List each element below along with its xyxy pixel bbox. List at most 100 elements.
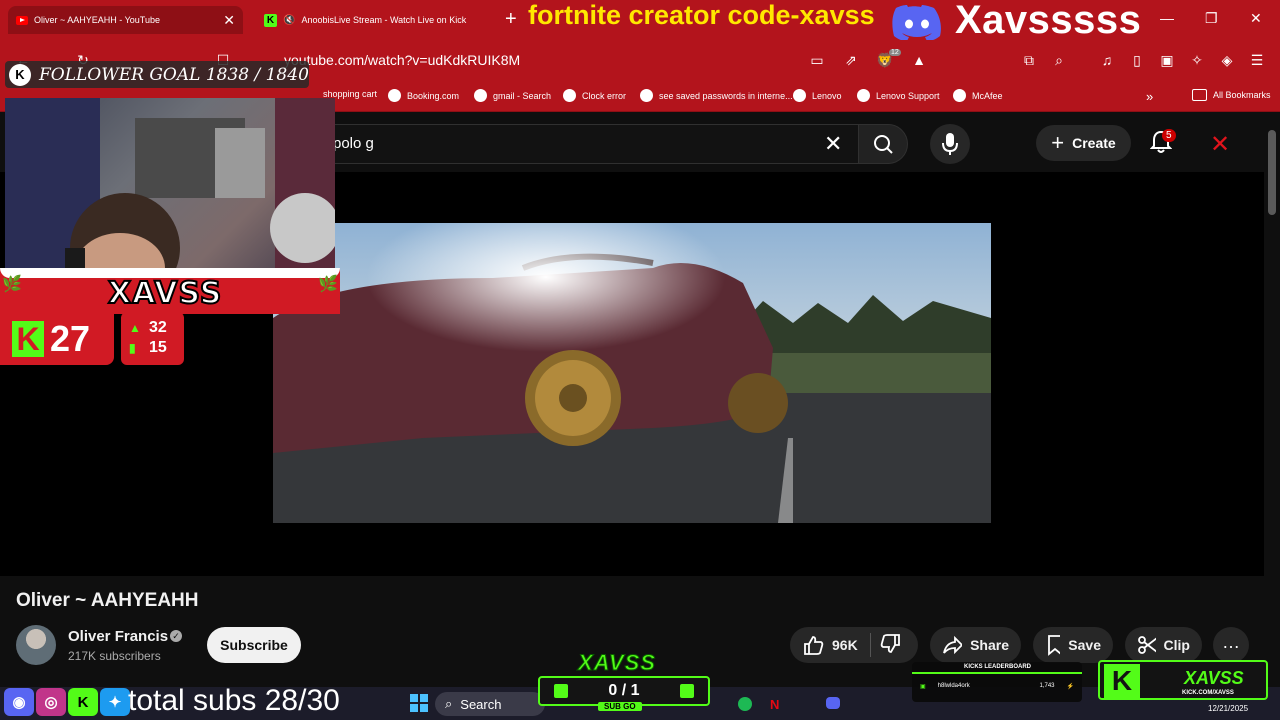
subgoal-label: SUB GO xyxy=(598,702,642,711)
stats-widget: ▲ 32 ▮ 15 xyxy=(121,312,184,365)
extensions-icon[interactable]: ⧉ xyxy=(1020,52,1038,68)
gift-icon xyxy=(679,684,694,698)
bookmark-item[interactable]: Lenovo Support xyxy=(857,89,940,102)
thumbs-up-icon xyxy=(804,636,824,655)
instagram-icon: ◎ xyxy=(36,688,66,716)
close-icon[interactable]: ✕ xyxy=(1210,130,1230,159)
globe-icon xyxy=(953,89,966,102)
webcam-image xyxy=(5,98,335,278)
save-button[interactable]: Save xyxy=(1033,627,1113,663)
webcam-feed xyxy=(5,98,335,278)
search-icon: ⌕ xyxy=(445,696,453,711)
globe-icon xyxy=(563,89,576,102)
netflix-icon[interactable]: N xyxy=(770,697,779,712)
discord-icon xyxy=(892,5,941,41)
kick-icon: K xyxy=(264,13,277,27)
follower-goal-text: FOLLOWER GOAL 1838 / 1840 xyxy=(39,64,309,85)
holly-icon: 🌿 xyxy=(2,276,22,293)
extension-badge: 12 xyxy=(889,49,901,56)
kick-count: 27 xyxy=(50,317,91,359)
voice-search-button[interactable] xyxy=(930,124,970,164)
leaderboard-row: ▣ h8lwlda4ork 1,743 ⚡ xyxy=(920,680,1074,692)
kick-count-widget: K 27 xyxy=(0,312,114,365)
dislike-button[interactable] xyxy=(880,633,902,658)
channel-name[interactable]: Oliver Francis xyxy=(68,628,168,645)
like-dislike-group: 96K xyxy=(790,627,918,663)
kick-brand-name: XAVSS xyxy=(1184,668,1244,688)
kick-logo-icon: K xyxy=(12,320,44,357)
kicks-leaderboard: KICKS LEADERBOARD ▣ h8lwlda4ork 1,743 ⚡ xyxy=(912,662,1082,702)
all-bookmarks[interactable]: All Bookmarks xyxy=(1192,89,1271,101)
gift-icon xyxy=(554,684,569,698)
search-tabs-icon[interactable]: ⌕ xyxy=(1050,52,1068,68)
streamer-name: Xavsssss xyxy=(955,0,1142,42)
subscriber-count: 217K subscribers xyxy=(68,649,161,663)
kick-icon: K xyxy=(68,688,98,716)
sidebar-icon[interactable]: ▯ xyxy=(1128,52,1146,68)
wallet-icon[interactable]: ▣ xyxy=(1158,52,1176,68)
bookmark-item[interactable]: see saved passwords in interne... xyxy=(640,89,793,102)
search-icon xyxy=(874,135,893,154)
leaderboard-accent xyxy=(912,672,1082,674)
discord-taskbar-icon[interactable] xyxy=(826,697,840,709)
social-icons: ◉ ◎ K ✦ xyxy=(4,688,130,716)
taskbar-search[interactable]: ⌕ Search xyxy=(435,692,545,716)
search-query: polo g xyxy=(333,135,374,152)
more-bookmarks-icon[interactable]: » xyxy=(1146,89,1153,104)
tab-title: AnoobisLive Stream - Watch Live on Kick xyxy=(301,15,467,25)
bookmark-item[interactable]: Lenovo xyxy=(793,89,842,102)
video-title: Oliver ~ AAHYEAHH xyxy=(16,590,199,611)
plus-icon: + xyxy=(1051,130,1065,155)
video-thumbnail-image xyxy=(273,223,991,523)
subscribe-button[interactable]: Subscribe xyxy=(207,627,301,663)
follower-goal-widget: K FOLLOWER GOAL 1838 / 1840 xyxy=(5,61,309,88)
bolt-icon: ⚡ xyxy=(1066,683,1074,690)
globe-icon xyxy=(388,89,401,102)
like-button[interactable]: 96K xyxy=(802,634,858,656)
create-button[interactable]: + Create xyxy=(1036,125,1131,161)
video-frame[interactable] xyxy=(273,223,991,523)
overlay-title-text: fortnite creator code-xavss xyxy=(528,0,875,30)
clear-search-icon[interactable]: ✕ xyxy=(824,131,842,157)
muted-icon[interactable]: 🔇 xyxy=(283,15,295,26)
bookmark-item[interactable]: McAfee xyxy=(953,89,1003,102)
globe-icon xyxy=(474,89,487,102)
search-input[interactable] xyxy=(300,124,860,164)
new-tab-button[interactable]: + xyxy=(505,8,517,31)
rewards-icon[interactable]: ▲ xyxy=(910,52,928,68)
share-icon xyxy=(943,635,963,655)
clip-button[interactable]: Clip xyxy=(1125,627,1202,663)
more-actions-button[interactable]: … xyxy=(1213,627,1249,663)
music-icon[interactable]: ♫ xyxy=(1098,52,1116,68)
microphone-icon xyxy=(942,133,958,155)
windows-start-icon[interactable] xyxy=(410,694,428,712)
discord-icon: ◉ xyxy=(4,688,34,716)
subgoal-count: 0 / 1 xyxy=(608,682,640,699)
tab-youtube[interactable]: Oliver ~ AAHYEAHH - YouTube ✕ xyxy=(8,6,243,34)
bookmark-item[interactable]: Clock error xyxy=(563,89,626,102)
page-scrollbar[interactable] xyxy=(1268,130,1276,215)
banner-streamer-name: XAVSS xyxy=(107,275,223,312)
menu-icon[interactable]: ☰ xyxy=(1248,52,1266,68)
search-button[interactable] xyxy=(858,124,908,164)
bookmark-item[interactable]: Booking.com xyxy=(388,89,459,102)
taskbar-date: 12/21/2025 xyxy=(1208,704,1249,713)
leo-ai-icon[interactable]: ✧ xyxy=(1188,52,1206,68)
kick-brand-url: KICK.COM/XAVSS xyxy=(1182,690,1234,696)
minimize-button[interactable]: — xyxy=(1160,10,1174,26)
channel-avatar[interactable] xyxy=(16,625,56,665)
close-tab-icon[interactable]: ✕ xyxy=(223,12,235,29)
close-window-button[interactable]: ✕ xyxy=(1250,10,1262,27)
tab-kick[interactable]: K 🔇 AnoobisLive Stream - Watch Live on K… xyxy=(256,6,486,34)
subgoal-title: XAVSS xyxy=(578,650,656,676)
cast-icon[interactable]: ▭ xyxy=(808,52,826,68)
bookmark-item[interactable]: gmail - Search xyxy=(474,89,551,102)
tab-title: Oliver ~ AAHYEAHH - YouTube xyxy=(34,15,160,25)
share-page-icon[interactable]: ⇗ xyxy=(842,52,860,68)
notification-badge: 5 xyxy=(1162,129,1176,142)
spotify-icon[interactable] xyxy=(738,697,752,711)
maximize-button[interactable]: ❐ xyxy=(1205,10,1218,27)
vpn-icon[interactable]: ◈ xyxy=(1218,52,1236,68)
share-button[interactable]: Share xyxy=(930,627,1021,663)
url-field[interactable]: youtube.com/watch?v=udKdkRUIK8M xyxy=(284,52,520,68)
